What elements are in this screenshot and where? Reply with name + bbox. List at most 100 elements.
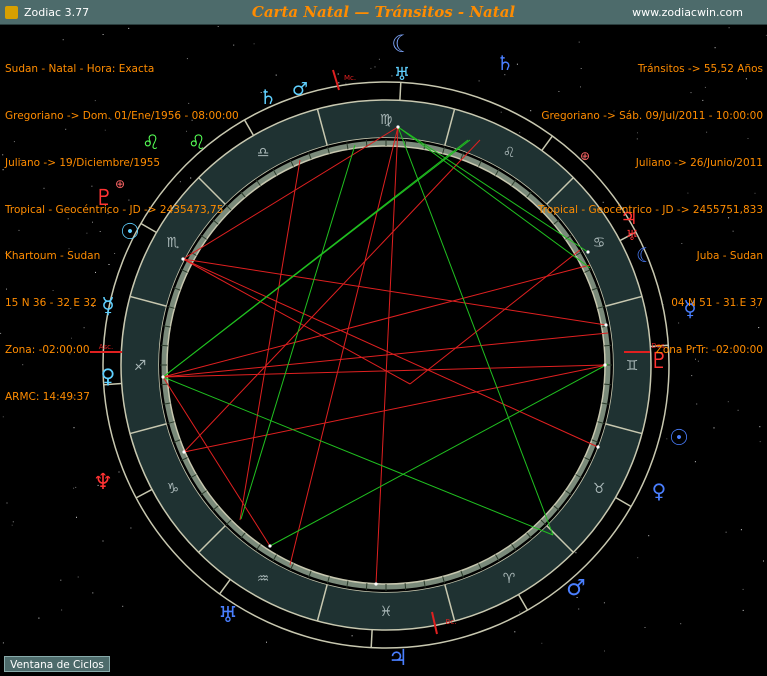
saturn-transit-icon: ♄ (496, 51, 514, 75)
star (2, 416, 4, 418)
degree-tick (404, 583, 407, 591)
star (275, 74, 277, 76)
star (73, 487, 75, 489)
star (500, 111, 502, 113)
sign-glyph: ♓ (380, 604, 393, 620)
house-tick (243, 119, 255, 136)
star (0, 332, 2, 334)
star (648, 535, 650, 537)
natal-line: Gregoriano -> Dom. 01/Ene/1956 - 08:00:0… (5, 109, 239, 122)
house-tick (615, 496, 632, 508)
house-tick (399, 82, 402, 101)
natal-info-panel: Sudan - Natal - Hora: Exacta Gregoriano … (5, 31, 239, 436)
star (603, 602, 605, 604)
star (345, 82, 347, 84)
degree-tick (365, 583, 368, 591)
star (604, 650, 605, 652)
star (759, 441, 761, 443)
star (575, 552, 577, 554)
star (740, 529, 742, 531)
transit-line: Tropical - Geocéntrico - JD -> 2455751,8… (537, 203, 763, 216)
neptune-icon: ♆ (93, 470, 113, 495)
star (61, 609, 63, 611)
star (742, 588, 744, 590)
star (77, 576, 79, 578)
sign-glyph: ♒ (257, 571, 270, 587)
star (12, 521, 14, 523)
sign-glyph: ♑ (167, 481, 180, 497)
sign-glyph: ♉ (593, 481, 606, 497)
natal-line: Sudan - Natal - Hora: Exacta (5, 63, 155, 76)
app-window: Zodiac 3.77 Carta Natal — Tránsitos - Na… (0, 0, 767, 676)
star (516, 63, 518, 65)
natal-line: 15 N 36 - 32 E 32 (5, 297, 97, 310)
star (644, 627, 646, 628)
star (742, 609, 744, 611)
venus-transit-icon: ♀ (652, 479, 667, 503)
star (478, 80, 480, 82)
star (266, 641, 267, 643)
star (351, 635, 353, 637)
star (725, 531, 727, 533)
sun-transit-icon: ☉ (669, 426, 689, 451)
transit-line: Gregoriano -> Sáb. 09/Jul/2011 - 10:00:0… (541, 109, 763, 122)
star (541, 642, 543, 644)
star (713, 427, 715, 429)
house-tick (517, 594, 529, 611)
star (122, 605, 124, 607)
star (578, 608, 580, 610)
star (2, 169, 4, 171)
star (60, 579, 62, 581)
transit-line: Juliano -> 26/Junio/2011 (635, 156, 763, 169)
mars-transit-icon: ♂ (566, 576, 586, 601)
star (637, 557, 639, 559)
sign-glyph: ♈ (503, 571, 516, 587)
star (2, 154, 4, 156)
star (118, 471, 120, 473)
transit-line: Juba - Sudan (696, 250, 763, 263)
star (374, 66, 376, 68)
planet-point (596, 445, 600, 449)
jupiter-icon: ♃ (388, 646, 408, 671)
star (728, 27, 730, 29)
star (92, 592, 94, 594)
star (11, 524, 13, 526)
sign-glyph: ♍ (380, 112, 393, 128)
planet-point (396, 125, 400, 129)
sign-glyph: ♎ (257, 145, 270, 161)
star (737, 409, 739, 411)
transit-info-panel: Tránsitos -> 55,52 Años Gregoriano -> Sá… (538, 31, 763, 390)
star (763, 560, 764, 562)
house-tick (135, 488, 153, 499)
star (727, 401, 729, 403)
star (337, 73, 339, 75)
uranus-icon: ♅ (394, 64, 410, 85)
star (391, 75, 393, 77)
star (102, 540, 104, 542)
natal-line: ARMC: 14:49:37 (5, 390, 90, 403)
star (370, 67, 372, 69)
star (694, 461, 696, 463)
star (378, 58, 380, 60)
natal-line: Juliano -> 19/Diciembre/1955 (5, 156, 161, 169)
midheaven-label: Mc. (344, 74, 356, 82)
house-tick (370, 629, 373, 648)
transit-line: Zona PrTr: -02:00:00 (655, 343, 763, 356)
star (666, 438, 668, 440)
saturn-icon: ♄ (259, 85, 277, 109)
imum-coeli-label: Bc. (446, 618, 457, 626)
house-tick (219, 578, 231, 595)
star (6, 502, 8, 504)
transit-line: 04 N 51 - 31 E 37 (671, 297, 763, 310)
star (519, 611, 521, 613)
cycles-window-button[interactable]: Ventana de Ciclos (4, 656, 110, 672)
planet-point (268, 544, 272, 548)
star (519, 132, 521, 134)
star (514, 631, 516, 633)
star (680, 623, 682, 625)
star (38, 617, 40, 619)
sign-glyph: ♌ (503, 145, 516, 161)
star (696, 403, 698, 405)
star (253, 43, 255, 45)
transit-line: Tránsitos -> 55,52 Años (637, 63, 763, 76)
